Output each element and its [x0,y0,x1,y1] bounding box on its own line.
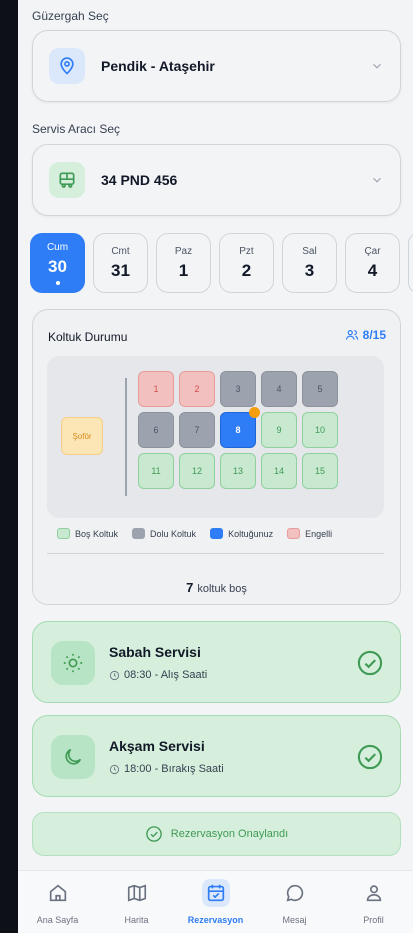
home-icon [44,879,72,907]
free-seats-label: koltuk boş [197,583,247,595]
seat-13[interactable]: 13 [220,453,256,489]
clock-icon [109,670,120,680]
date-selector: Cum 30 Cmt 31 Paz 1 Pzt 2 Sal 3 Çar 4 [30,233,413,295]
selected-dot [55,280,60,285]
seat-1: 1 [138,371,174,407]
users-icon [345,330,358,340]
occupancy-count: 8/15 [345,328,386,342]
day-date: 4 [367,260,378,280]
day-date: 3 [304,260,315,280]
service-time: 18:00 - Bırakış Saati [109,763,224,775]
vehicle-value: 34 PND 456 [101,172,178,188]
day-option[interactable]: Paz 1 [156,233,211,293]
reservation-confirmed-banner: Rezervasyon Onaylandı [32,812,401,856]
bottom-tab-bar: Ana Sayfa Harita Rezervasyon Mesaj Profi… [18,870,413,933]
day-option[interactable]: Sal 3 [282,233,337,293]
seat-10[interactable]: 10 [302,412,338,448]
sun-icon [51,641,95,685]
evening-service-card[interactable]: Akşam Servisi 18:00 - Bırakış Saati [32,715,401,797]
service-title: Sabah Servisi [109,644,201,660]
seat-3: 3 [220,371,256,407]
day-date: 30 [48,256,67,276]
tab-reservation[interactable]: Rezervasyon [176,871,255,933]
day-name: Paz [174,245,193,257]
day-option-partial[interactable] [408,233,413,293]
confirmation-text: Rezervasyon Onaylandı [170,828,289,840]
day-name: Pzt [239,245,254,257]
day-option[interactable]: Pzt 2 [219,233,274,293]
legend-disabled: Engelli [287,528,332,539]
day-name: Çar [364,245,381,257]
check-circle-icon [145,826,162,842]
seat-9[interactable]: 9 [261,412,297,448]
tab-label: Harita [124,915,149,925]
seat-legend: Boş Koltuk Dolu Koltuk Koltuğunuz Engell… [57,528,332,539]
route-value: Pendik - Ataşehir [101,58,215,74]
vehicle-select[interactable]: 34 PND 456 [32,144,401,216]
chevron-down-icon [373,177,381,183]
bus-icon [49,162,85,198]
clock-icon [109,764,120,774]
selected-seat-badge [249,407,260,418]
reservation-screen: Güzergah Seç Pendik - Ataşehir Servis Ar… [18,0,413,933]
day-option[interactable]: Çar 4 [345,233,400,293]
check-circle-icon [357,650,383,676]
calendar-check-icon [201,879,230,907]
legend-mine: Koltuğunuz [210,528,273,539]
user-icon [360,879,388,907]
tab-label: Rezervasyon [187,915,244,925]
free-seats-count: 7 [186,580,194,595]
seat-4: 4 [261,371,297,407]
location-pin-icon [49,48,85,84]
day-name: Cum [46,241,69,253]
check-circle-icon [357,744,383,770]
seat-7: 7 [179,412,215,448]
driver-seat: Şoför [61,417,103,455]
service-time: 08:30 - Alış Saati [109,669,207,681]
seat-6: 6 [138,412,174,448]
day-name: Sal [302,245,317,257]
occupancy-value: 8/15 [362,328,386,342]
morning-service-card[interactable]: Sabah Servisi 08:30 - Alış Saati [32,621,401,703]
route-select[interactable]: Pendik - Ataşehir [32,30,401,102]
day-date: 1 [178,260,189,280]
tab-home[interactable]: Ana Sayfa [18,871,97,933]
day-option[interactable]: Cmt 31 [93,233,148,293]
day-date: 2 [241,260,252,280]
legend-full: Dolu Koltuk [132,528,196,539]
seat-14[interactable]: 14 [261,453,297,489]
seat-status-card: Koltuk Durumu 8/15 Şoför 1 2 3 4 5 6 7 8 9 10 11 12… [32,309,401,605]
seat-status-title: Koltuk Durumu [48,330,128,344]
day-date: 31 [111,260,130,280]
chevron-down-icon [373,63,381,69]
seat-12[interactable]: 12 [179,453,215,489]
day-name: Cmt [111,245,130,257]
legend-empty: Boş Koltuk [57,528,118,539]
map-icon [123,879,151,907]
tab-label: Ana Sayfa [36,915,79,925]
seat-2: 2 [179,371,215,407]
tab-label: Profil [363,915,384,925]
divider [47,553,384,554]
service-title: Akşam Servisi [109,738,205,754]
tab-messages[interactable]: Mesaj [255,871,334,933]
seat-8[interactable]: 8 [220,407,260,448]
message-icon [281,879,309,907]
tab-map[interactable]: Harita [97,871,176,933]
route-section-label: Güzergah Seç [32,9,109,23]
tab-label: Mesaj [282,915,307,925]
bus-layout: Şoför 1 2 3 4 5 6 7 8 9 10 11 12 13 14 15 [47,356,384,518]
aisle-divider [125,378,127,496]
seat-5: 5 [302,371,338,407]
tab-profile[interactable]: Profil [334,871,413,933]
day-option[interactable]: Cum 30 [30,233,85,293]
seat-11[interactable]: 11 [138,453,174,489]
vehicle-section-label: Servis Aracı Seç [32,122,121,136]
seat-15[interactable]: 15 [302,453,338,489]
free-seats-text: 7 koltuk boş [33,580,400,595]
moon-icon [51,735,95,779]
